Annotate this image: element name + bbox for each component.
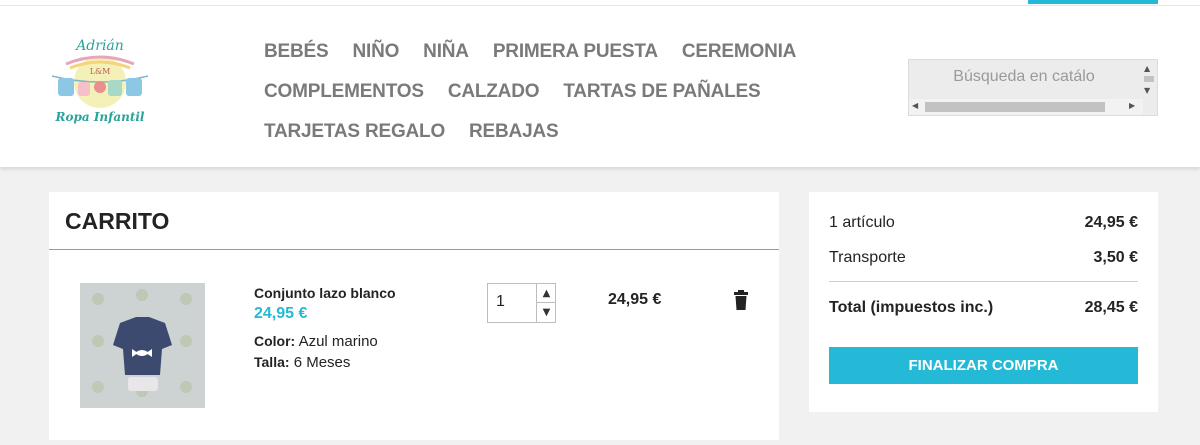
- cart-title: CARRITO: [65, 208, 170, 234]
- summary-shipping-label: Transporte: [829, 249, 906, 266]
- line-total: 24,95 €: [608, 291, 662, 308]
- cart-panel: CARRITO Conjunto lazo blanco 24,95 € Col…: [49, 192, 779, 440]
- nav-item-ceremonia[interactable]: CEREMONIA: [682, 41, 797, 63]
- site-header: Adrián L&M Ropa Infantil BEBÉS NIÑO NIÑA…: [0, 6, 1200, 167]
- logo-name-top: Adrián: [76, 38, 124, 54]
- scroll-down-icon[interactable]: ▼: [1144, 86, 1150, 95]
- product-color-value: Azul marino: [298, 333, 378, 350]
- summary-divider: [829, 281, 1138, 282]
- chevron-up-icon[interactable]: ▲: [536, 284, 556, 303]
- trash-icon[interactable]: [733, 290, 749, 310]
- nav-item-complementos[interactable]: COMPLEMENTOS: [264, 81, 424, 103]
- checkout-button[interactable]: FINALIZAR COMPRA: [829, 347, 1138, 384]
- summary-shipping-value: 3,50 €: [1093, 249, 1138, 266]
- summary-total-value: 28,45 €: [1084, 299, 1138, 316]
- nav-item-bebes[interactable]: BEBÉS: [264, 41, 329, 63]
- logo-monogram: L&M: [90, 67, 111, 76]
- main-navigation: BEBÉS NIÑO NIÑA PRIMERA PUESTA CEREMONIA…: [264, 32, 864, 152]
- product-unit-price: 24,95 €: [254, 305, 308, 322]
- nav-row: COMPLEMENTOS CALZADO TARTAS DE PAÑALES: [264, 72, 864, 112]
- chevron-down-icon[interactable]: ▼: [536, 303, 556, 322]
- site-logo[interactable]: Adrián L&M Ropa Infantil: [46, 38, 154, 134]
- nav-item-calzado[interactable]: CALZADO: [448, 81, 540, 103]
- search-vertical-scrollbar[interactable]: ▲ ▼: [1141, 60, 1157, 100]
- nav-item-tarjetas-regalo[interactable]: TARJETAS REGALO: [264, 121, 445, 143]
- summary-items-label: 1 artículo: [829, 214, 895, 231]
- search-placeholder: Búsqueda en catálo: [953, 68, 1095, 85]
- search-horizontal-scrollbar[interactable]: ◀ ▶: [909, 99, 1143, 115]
- cart-divider: [49, 249, 779, 250]
- scroll-right-icon[interactable]: ▶: [1129, 101, 1135, 110]
- logo-name-bottom: Ropa Infantil: [55, 110, 145, 124]
- nav-row: BEBÉS NIÑO NIÑA PRIMERA PUESTA CEREMONIA: [264, 32, 864, 72]
- scroll-up-icon[interactable]: ▲: [1144, 64, 1150, 73]
- product-color: Color: Azul marino: [254, 333, 378, 350]
- top-accent-bar: [1028, 0, 1158, 4]
- product-size: Talla: 6 Meses: [254, 354, 350, 371]
- product-color-label: Color:: [254, 333, 296, 349]
- summary-items-value: 24,95 €: [1084, 214, 1138, 231]
- quantity-stepper[interactable]: 1 ▲ ▼: [487, 283, 556, 323]
- nav-item-rebajas[interactable]: REBAJAS: [469, 121, 559, 143]
- scroll-left-icon[interactable]: ◀: [912, 101, 918, 110]
- nav-item-nino[interactable]: NIÑO: [352, 41, 399, 63]
- quantity-value[interactable]: 1: [496, 293, 505, 311]
- scroll-thumb[interactable]: [925, 102, 1105, 112]
- nav-item-tartas-de-panales[interactable]: TARTAS DE PAÑALES: [563, 81, 760, 103]
- scroll-thumb[interactable]: [1144, 76, 1154, 82]
- nav-row: TARJETAS REGALO REBAJAS: [264, 112, 864, 152]
- product-image[interactable]: [80, 283, 205, 408]
- product-size-value: 6 Meses: [293, 354, 351, 371]
- product-name[interactable]: Conjunto lazo blanco: [254, 285, 396, 301]
- nav-item-primera-puesta[interactable]: PRIMERA PUESTA: [493, 41, 658, 63]
- product-size-label: Talla:: [254, 354, 290, 370]
- logo-clothesline-graphic: L&M: [51, 55, 149, 108]
- summary-total-label: Total (impuestos inc.): [829, 299, 994, 316]
- nav-item-nina[interactable]: NIÑA: [423, 41, 469, 63]
- cart-summary: 1 artículo 24,95 € Transporte 3,50 € Tot…: [809, 192, 1158, 412]
- product-photo-graphic: [80, 283, 205, 408]
- search-input[interactable]: Búsqueda en catálo ▲ ▼ ◀ ▶: [908, 59, 1158, 116]
